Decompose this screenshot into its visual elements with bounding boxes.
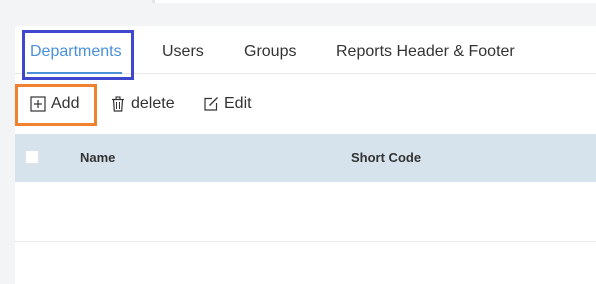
top-card	[0, 0, 596, 18]
edit-button-label: Edit	[224, 95, 252, 112]
tab-departments[interactable]: Departments	[30, 43, 122, 61]
plus-square-icon	[30, 96, 46, 112]
column-header-name[interactable]: Name	[80, 150, 115, 165]
tab-reports-header-footer[interactable]: Reports Header & Footer	[336, 43, 515, 61]
edit-icon	[203, 96, 219, 112]
delete-button[interactable]: delete	[110, 94, 175, 114]
tab-bar: Departments Users Groups Reports Header …	[15, 26, 596, 74]
table-body-empty	[15, 182, 596, 242]
add-button[interactable]: Add	[30, 94, 79, 114]
add-button-label: Add	[51, 95, 80, 112]
trash-icon	[110, 96, 126, 112]
toolbar: Add delete Edit	[15, 74, 596, 134]
table-header: Name Short Code	[15, 134, 596, 182]
column-header-short-code[interactable]: Short Code	[351, 150, 421, 165]
delete-button-label: delete	[131, 95, 175, 112]
select-all-checkbox[interactable]	[25, 150, 39, 164]
tab-users[interactable]: Users	[162, 43, 204, 61]
departments-panel: Departments Users Groups Reports Header …	[15, 26, 596, 284]
top-card-edge	[155, 0, 596, 3]
edit-button[interactable]: Edit	[203, 94, 252, 114]
tab-groups[interactable]: Groups	[244, 43, 296, 61]
